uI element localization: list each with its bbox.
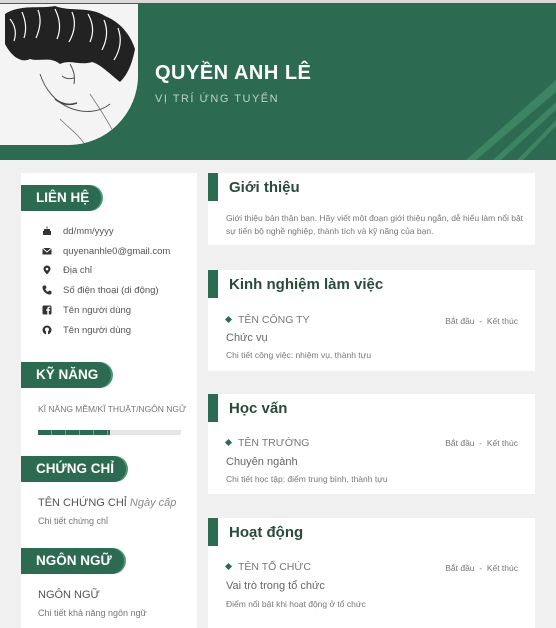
intro-text[interactable]: Giới thiệu bản thân bạn. Hãy viết một đo… (226, 212, 526, 238)
activities-detail[interactable]: Điểm nổi bật khi hoạt động ở tổ chức (226, 599, 366, 609)
intro-section: Giới thiệu Giới thiệu bản thân bạn. Hãy … (208, 173, 535, 245)
section-accent-bar (208, 173, 218, 201)
experience-section: Kinh nghiệm làm việc TÊN CÔNG TY Bắt đầu… (208, 270, 535, 371)
position-applied[interactable]: VỊ TRÍ ỨNG TUYỂN (155, 93, 279, 105)
decorative-stripes (466, 80, 556, 160)
education-detail[interactable]: Chi tiết học tập: điểm trung bình, thành… (226, 474, 388, 484)
certificate-date: Ngày cấp (129, 497, 177, 509)
education-school[interactable]: TÊN TRƯỜNG (224, 437, 310, 449)
section-accent-bar (208, 270, 218, 298)
education-date-range[interactable]: Bắt đầu - Kết thúc (445, 438, 518, 448)
activities-role[interactable]: Vai trò trong tổ chức (226, 580, 325, 592)
activities-organization[interactable]: TÊN TỔ CHỨC (224, 561, 311, 573)
education-school-text: TÊN TRƯỜNG (238, 437, 310, 449)
email-icon (41, 245, 53, 257)
birthday-cake-icon (41, 225, 53, 237)
language-name[interactable]: NGÔN NGỮ (38, 589, 100, 601)
contact-birthday-text: dd/mm/yyyy (63, 225, 114, 237)
experience-start: Bắt đầu (445, 316, 475, 326)
contact-address-text: Địa chỉ (63, 264, 93, 276)
experience-date-range[interactable]: Bắt đầu - Kết thúc (445, 316, 518, 326)
diamond-bullet-icon (224, 438, 233, 447)
contact-facebook-text: Tên người dùng (63, 304, 132, 316)
contact-phone[interactable]: Số điện thoại (di động) (41, 283, 159, 297)
location-pin-icon (41, 264, 53, 276)
experience-title: Kinh nghiệm làm việc (229, 276, 384, 293)
education-section: Học vấn TÊN TRƯỜNG Bắt đầu - Kết thúc Ch… (208, 394, 535, 494)
contact-github-text: Tên người dùng (63, 324, 132, 336)
header: QUYỀN ANH LÊ VỊ TRÍ ỨNG TUYỂN (0, 0, 556, 160)
diamond-bullet-icon (224, 315, 233, 324)
activities-section: Hoạt động TÊN TỔ CHỨC Bắt đầu - Kết thúc… (208, 518, 535, 628)
skills-section-title: KỸ NĂNG (21, 362, 111, 388)
candidate-name[interactable]: QUYỀN ANH LÊ (155, 62, 311, 85)
contact-github[interactable]: Tên người dùng (41, 323, 131, 337)
education-title: Học vấn (229, 400, 288, 417)
left-column: LIÊN HỆ dd/mm/yyyy quyenanhle0@gmail.com… (21, 173, 197, 628)
skill-level-bar[interactable] (38, 430, 181, 435)
contact-birthday[interactable]: dd/mm/yyyy (41, 224, 114, 238)
education-start: Bắt đầu (445, 438, 475, 448)
education-major[interactable]: Chuyên ngành (226, 456, 298, 468)
education-end: Kết thúc (486, 438, 518, 448)
diamond-bullet-icon (224, 562, 233, 571)
avatar-sketch-image (0, 4, 138, 145)
skill-label[interactable]: KĨ NĂNG MỀM/KĨ THUẬT/NGÔN NGỮ (38, 403, 188, 416)
certificate-name: TÊN CHỨNG CHỈ (38, 497, 127, 509)
certificate-detail[interactable]: Chi tiết chứng chỉ (38, 516, 108, 526)
facebook-icon (41, 304, 53, 316)
experience-end: Kết thúc (486, 316, 518, 326)
contact-section-title: LIÊN HỆ (21, 185, 101, 211)
experience-role[interactable]: Chức vụ (226, 332, 268, 344)
experience-detail[interactable]: Chi tiết công việc: nhiệm vụ, thành tựu (226, 350, 371, 360)
activities-title: Hoạt động (229, 524, 304, 541)
phone-icon (41, 284, 53, 296)
skill-level-fill (38, 430, 110, 435)
contact-address[interactable]: Địa chỉ (41, 263, 92, 277)
activities-organization-text: TÊN TỔ CHỨC (238, 561, 311, 573)
contact-facebook[interactable]: Tên người dùng (41, 303, 131, 317)
contact-email-text: quyenanhle0@gmail.com (63, 245, 171, 257)
section-accent-bar (208, 394, 218, 422)
certificates-section-title: CHỨNG CHỈ (21, 456, 126, 482)
contact-email[interactable]: quyenanhle0@gmail.com (41, 244, 170, 258)
languages-section-title: NGÔN NGỮ (21, 548, 124, 574)
github-icon (41, 324, 53, 336)
activities-date-range[interactable]: Bắt đầu - Kết thúc (445, 563, 518, 573)
intro-title: Giới thiệu (229, 179, 300, 196)
section-accent-bar (208, 518, 218, 546)
certificate-name-line[interactable]: TÊN CHỨNG CHỈ Ngày cấp (38, 497, 176, 509)
activities-end: Kết thúc (486, 563, 518, 573)
contact-phone-text: Số điện thoại (di động) (63, 284, 159, 296)
avatar[interactable] (0, 4, 138, 145)
experience-company-text: TÊN CÔNG TY (238, 314, 310, 326)
experience-company[interactable]: TÊN CÔNG TY (224, 314, 310, 326)
activities-start: Bắt đầu (445, 563, 475, 573)
top-border (0, 0, 556, 3)
language-detail[interactable]: Chi tiết khả năng ngôn ngữ (38, 608, 147, 618)
